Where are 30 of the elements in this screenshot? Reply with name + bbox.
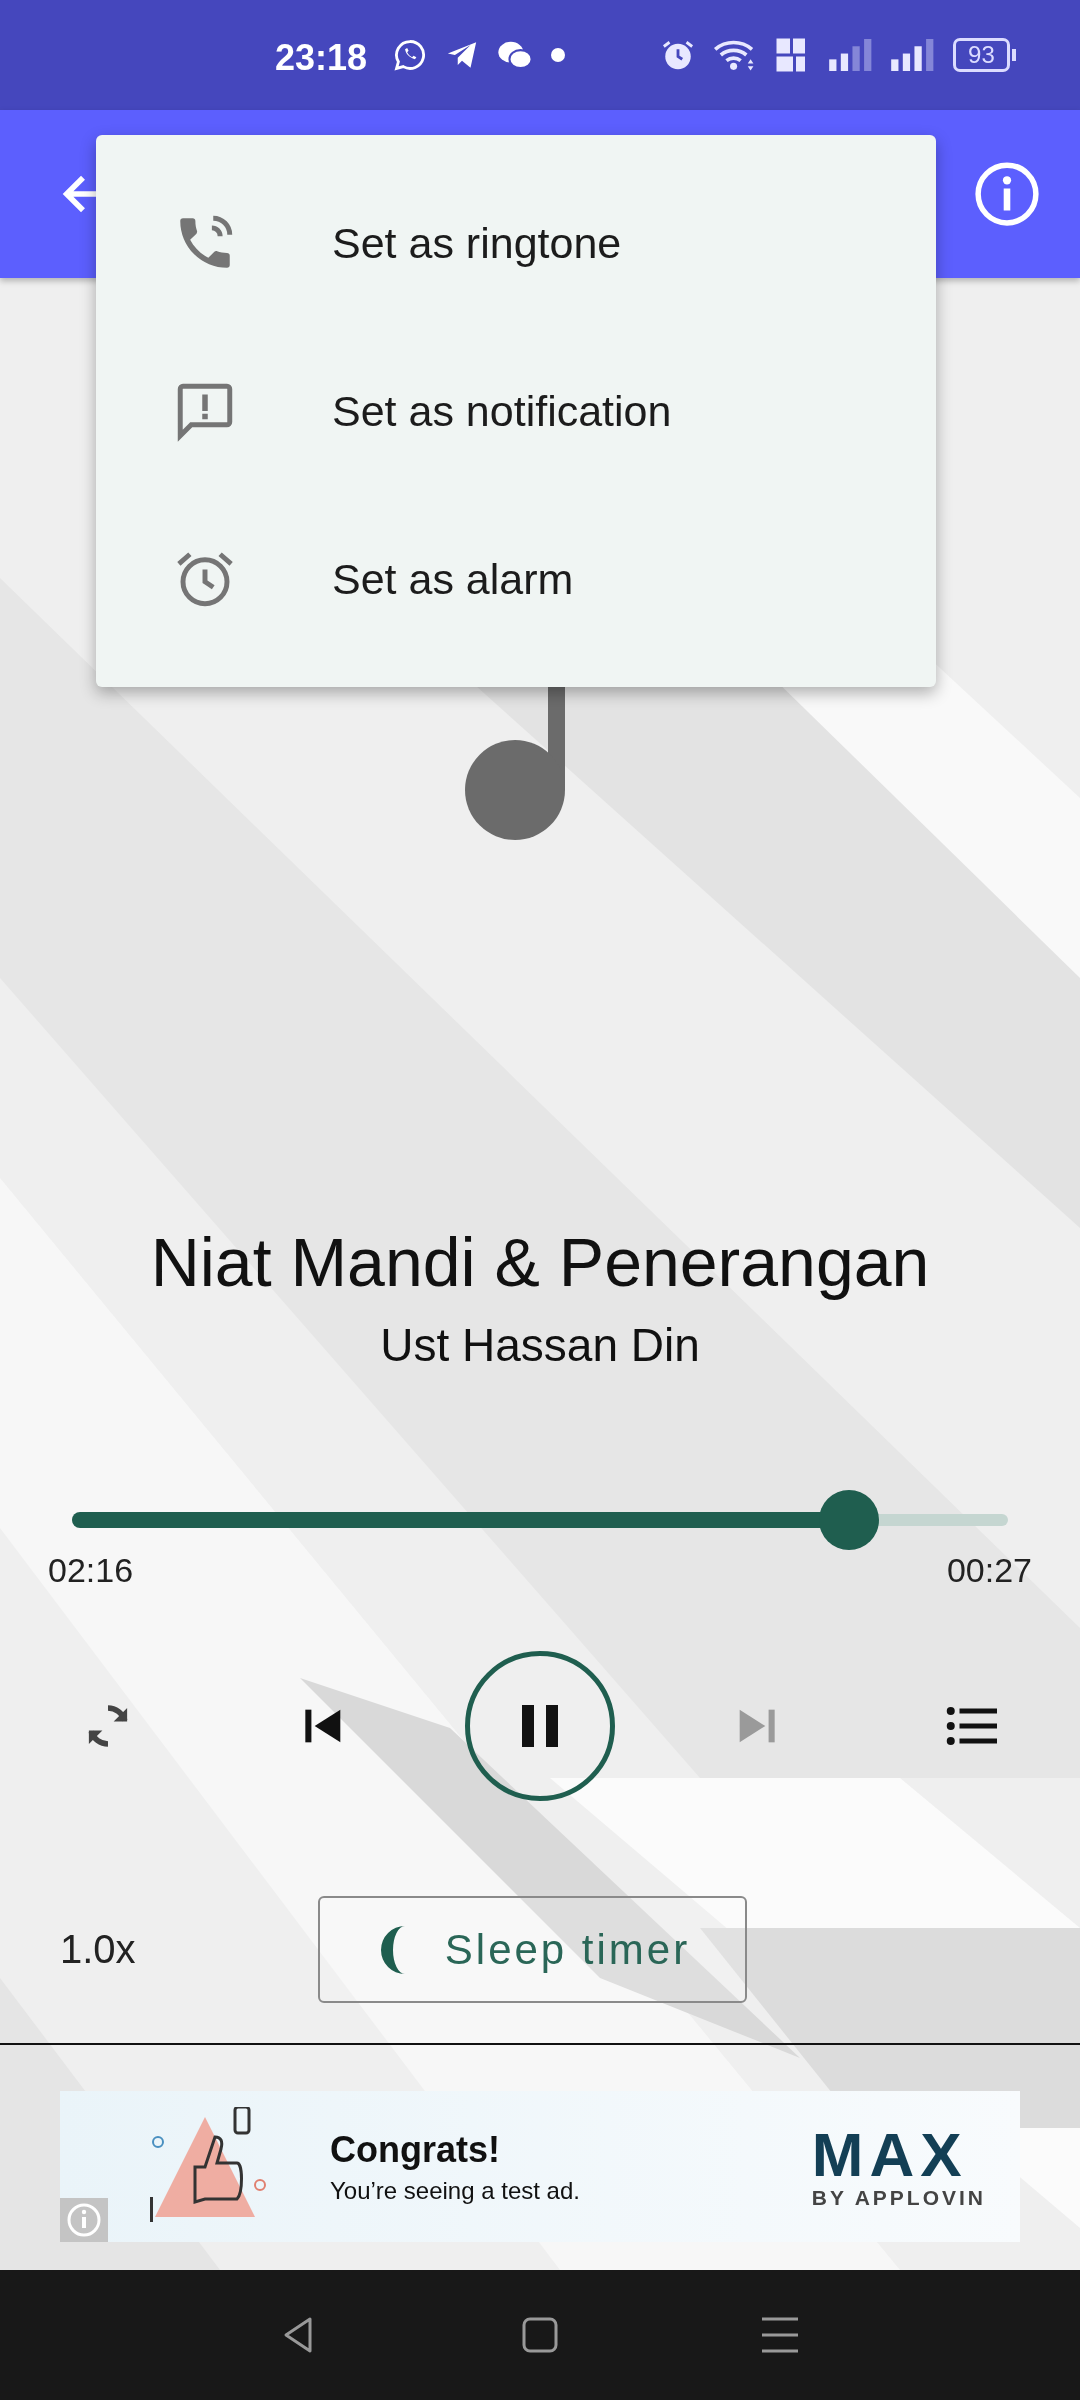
clock-time: 23:18 bbox=[275, 36, 368, 79]
brand-tagline: BY APPLOVIN bbox=[811, 2185, 986, 2210]
battery-level: 93 bbox=[953, 38, 1010, 72]
square-icon bbox=[520, 2315, 560, 2355]
ad-text: You’re seeing a test ad. bbox=[330, 2176, 581, 2205]
track-title: Niat Mandi & Penerangan bbox=[149, 1223, 931, 1302]
dot-icon bbox=[551, 48, 566, 62]
chat-bubble-icon bbox=[393, 38, 428, 72]
brand-logo: MAX bbox=[811, 2123, 968, 2186]
info-icon bbox=[974, 161, 1040, 227]
menu-button[interactable] bbox=[760, 2315, 800, 2355]
pause-button[interactable] bbox=[465, 1651, 615, 1801]
alarm-clock-icon bbox=[661, 38, 696, 72]
artist-name: Ust Hassan Din bbox=[379, 1318, 701, 1373]
info-button[interactable] bbox=[974, 161, 1040, 227]
music-note-icon bbox=[465, 687, 565, 840]
signal-icon bbox=[829, 39, 874, 71]
elapsed-time: 02:16 bbox=[48, 1550, 134, 1590]
sleep-timer-button[interactable]: Sleep timer bbox=[318, 1896, 747, 2003]
signal-icon bbox=[891, 39, 936, 71]
ad-headline: Congrats! bbox=[330, 2128, 501, 2171]
remaining-time: 00:27 bbox=[946, 1550, 1032, 1590]
menu-icon bbox=[760, 2315, 800, 2355]
menu-item[interactable]: Set as alarm bbox=[96, 495, 936, 663]
menu-item[interactable]: Set as ringtone bbox=[96, 159, 936, 327]
ad-banner[interactable]: Congrats! You’re seeing a test ad. MAX BY APPLOVIN bbox=[60, 2091, 1020, 2242]
playback-speed[interactable]: 1.0x bbox=[60, 1927, 318, 1972]
progress-slider[interactable] bbox=[72, 1490, 1008, 1550]
menu-item[interactable]: Set as notification bbox=[96, 327, 936, 495]
home-button[interactable] bbox=[520, 2315, 560, 2355]
